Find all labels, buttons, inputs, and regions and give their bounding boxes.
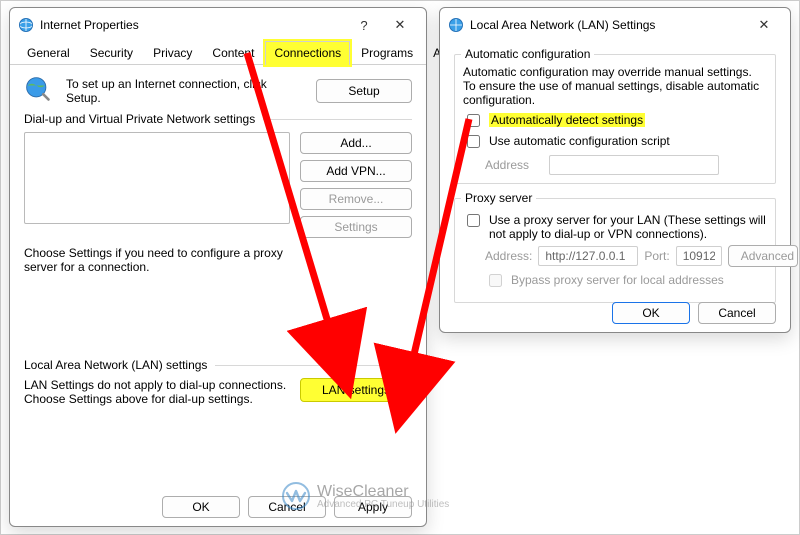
tab-general[interactable]: General bbox=[18, 41, 79, 65]
dialog-title: Internet Properties bbox=[40, 18, 139, 32]
setup-button[interactable]: Setup bbox=[316, 79, 412, 103]
use-proxy-label: Use a proxy server for your LAN (These s… bbox=[489, 213, 767, 241]
remove-button[interactable]: Remove... bbox=[300, 188, 412, 210]
proxy-port-label: Port: bbox=[644, 249, 669, 263]
tab-connections[interactable]: Connections bbox=[265, 41, 350, 65]
automatic-configuration-group: Automatic configuration Automatic config… bbox=[454, 54, 776, 184]
add-button[interactable]: Add... bbox=[300, 132, 412, 154]
auto-config-legend: Automatic configuration bbox=[461, 47, 594, 61]
auto-script-checkbox-row[interactable]: Use automatic configuration script bbox=[463, 134, 767, 151]
dialog-title: Local Area Network (LAN) Settings bbox=[470, 18, 655, 32]
dialup-help-text: Choose Settings if you need to configure… bbox=[24, 246, 294, 274]
tab-content-area: To set up an Internet connection, click … bbox=[10, 65, 426, 416]
proxy-advanced-button[interactable]: Advanced bbox=[728, 245, 798, 267]
lan-content: Automatic configuration Automatic config… bbox=[440, 40, 790, 313]
use-proxy-checkbox[interactable] bbox=[467, 214, 480, 227]
proxy-legend: Proxy server bbox=[461, 191, 536, 205]
auto-config-text: Automatic configuration may override man… bbox=[463, 65, 767, 107]
auto-script-checkbox[interactable] bbox=[467, 135, 480, 148]
cancel-button[interactable]: Cancel bbox=[698, 302, 776, 324]
dialog-buttons: OK Cancel bbox=[440, 302, 790, 324]
proxy-server-group: Proxy server Use a proxy server for your… bbox=[454, 198, 776, 303]
canvas: Internet Properties ? ✕ General Security… bbox=[0, 0, 800, 535]
internet-options-icon bbox=[18, 17, 34, 33]
auto-detect-checkbox[interactable] bbox=[467, 114, 480, 127]
add-vpn-button[interactable]: Add VPN... bbox=[300, 160, 412, 182]
tab-programs[interactable]: Programs bbox=[352, 41, 422, 65]
bypass-checkbox[interactable] bbox=[489, 274, 502, 287]
tab-content[interactable]: Content bbox=[203, 41, 263, 65]
proxy-port-input[interactable] bbox=[676, 246, 722, 266]
lan-legend: Local Area Network (LAN) settings bbox=[24, 358, 412, 372]
setup-help-text: To set up an Internet connection, click … bbox=[66, 77, 302, 105]
help-button[interactable]: ? bbox=[346, 14, 382, 36]
close-button[interactable]: ✕ bbox=[746, 14, 782, 36]
dialup-legend: Dial-up and Virtual Private Network sett… bbox=[24, 112, 412, 126]
script-address-label: Address bbox=[485, 158, 539, 172]
ok-button[interactable]: OK bbox=[612, 302, 690, 324]
auto-detect-label: Automatically detect settings bbox=[489, 113, 645, 127]
tabstrip: General Security Privacy Content Connect… bbox=[10, 40, 426, 65]
lan-settings-dialog: Local Area Network (LAN) Settings ✕ Auto… bbox=[439, 7, 791, 333]
tab-security[interactable]: Security bbox=[81, 41, 142, 65]
bypass-checkbox-row[interactable]: Bypass proxy server for local addresses bbox=[485, 273, 767, 290]
auto-detect-checkbox-row[interactable]: Automatically detect settings bbox=[463, 113, 767, 130]
internet-properties-dialog: Internet Properties ? ✕ General Security… bbox=[9, 7, 427, 527]
titlebar: Local Area Network (LAN) Settings ✕ bbox=[440, 8, 790, 40]
proxy-address-label: Address: bbox=[485, 249, 532, 263]
tab-privacy[interactable]: Privacy bbox=[144, 41, 201, 65]
connections-listbox[interactable] bbox=[24, 132, 290, 224]
proxy-address-input[interactable] bbox=[538, 246, 638, 266]
watermark: WiseCleaner Advanced PC Tuneup Utilities bbox=[281, 481, 449, 511]
ok-button[interactable]: OK bbox=[162, 496, 240, 518]
watermark-tag: Advanced PC Tuneup Utilities bbox=[317, 499, 449, 510]
internet-options-icon bbox=[448, 17, 464, 33]
bypass-label: Bypass proxy server for local addresses bbox=[511, 273, 724, 287]
wisecleaner-logo-icon bbox=[281, 481, 311, 511]
close-button[interactable]: ✕ bbox=[382, 14, 418, 36]
lan-settings-button[interactable]: LAN settings bbox=[300, 378, 412, 402]
use-proxy-checkbox-row[interactable]: Use a proxy server for your LAN (These s… bbox=[463, 213, 767, 241]
titlebar: Internet Properties ? ✕ bbox=[10, 8, 426, 40]
auto-script-label: Use automatic configuration script bbox=[489, 134, 670, 148]
globe-icon bbox=[24, 75, 52, 106]
script-address-input[interactable] bbox=[549, 155, 719, 175]
lan-help-text: LAN Settings do not apply to dial-up con… bbox=[24, 378, 290, 406]
dialup-settings-button[interactable]: Settings bbox=[300, 216, 412, 238]
